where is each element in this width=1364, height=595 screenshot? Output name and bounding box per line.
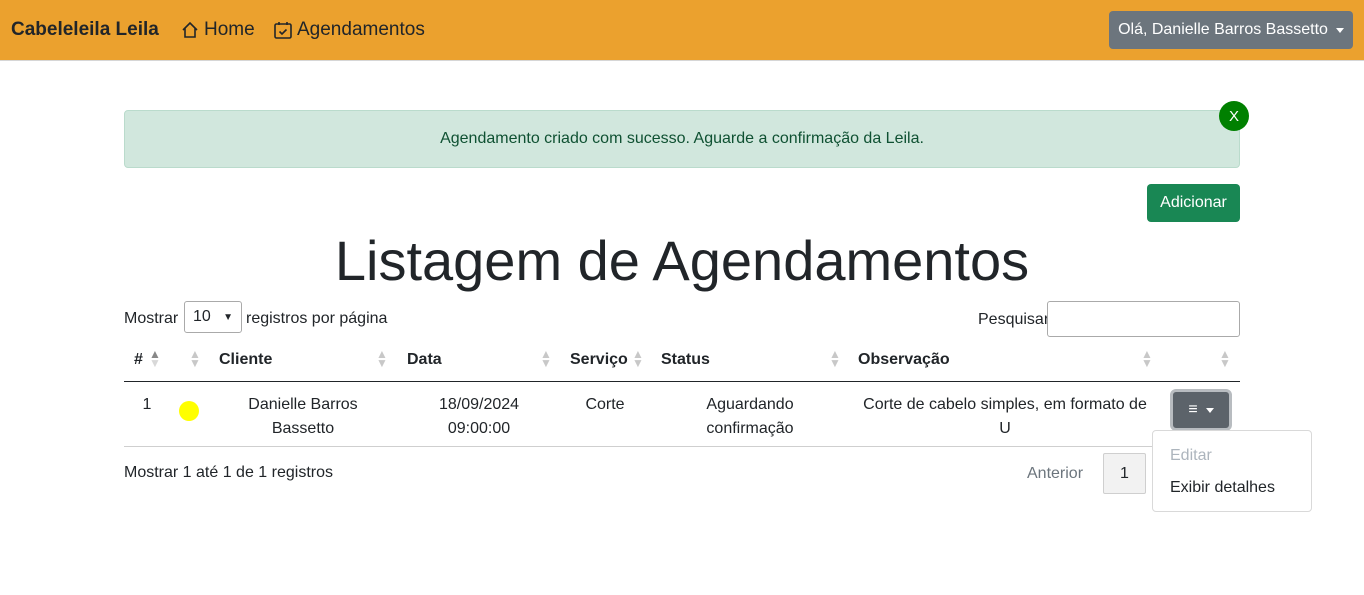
cell-cliente-line1: Danielle Barros bbox=[248, 396, 358, 413]
menu-item-exibir-detalhes[interactable]: Exibir detalhes bbox=[1170, 479, 1275, 497]
sort-asc-icon: ▲ ▼ bbox=[149, 347, 161, 370]
cell-status: Aguardando confirmação bbox=[670, 393, 830, 441]
nav-home-label: Home bbox=[204, 19, 255, 40]
pagination-page-1[interactable]: 1 bbox=[1103, 453, 1146, 494]
cell-id: 1 bbox=[142, 396, 152, 413]
cell-data: 18/09/2024 09:00:00 bbox=[414, 393, 544, 441]
alert-close-button[interactable]: X bbox=[1219, 101, 1249, 131]
user-menu-button[interactable]: Olá, Danielle Barros Bassetto bbox=[1109, 11, 1353, 49]
cell-data-line2: 09:00:00 bbox=[447, 420, 511, 437]
cell-cliente: Danielle Barros Bassetto bbox=[224, 393, 382, 441]
alert-message: Agendamento criado com sucesso. Aguarde … bbox=[440, 130, 924, 147]
home-icon bbox=[182, 21, 198, 38]
pagination-prev[interactable]: Anterior bbox=[1027, 465, 1083, 483]
nav-home-link[interactable]: Home bbox=[180, 19, 255, 41]
length-prefix: Mostrar bbox=[124, 310, 179, 327]
sort-icon[interactable]: ▲ ▼ bbox=[189, 348, 201, 369]
page-length-value: 10 bbox=[193, 308, 211, 325]
nav-agendamentos-label: Agendamentos bbox=[297, 19, 425, 40]
cell-data-line1: 18/09/2024 bbox=[438, 396, 520, 413]
cell-status-line2: confirmação bbox=[706, 420, 794, 437]
menu-item-editar: Editar bbox=[1170, 447, 1212, 464]
header-divider bbox=[124, 381, 1240, 382]
row-actions-button[interactable]: ≡ bbox=[1170, 389, 1232, 431]
page-title: Listagem de Agendamentos bbox=[334, 229, 1030, 292]
header-servico[interactable]: Serviço bbox=[570, 351, 628, 369]
table-bottom-divider bbox=[124, 446, 1240, 447]
header-observacao[interactable]: Observação bbox=[858, 351, 950, 369]
brand-link[interactable]: Cabeleleila Leila bbox=[11, 19, 159, 41]
add-button[interactable]: Adicionar bbox=[1147, 184, 1240, 222]
cell-status-line1: Aguardando bbox=[706, 396, 794, 413]
sort-icon: ▲ ▼ bbox=[829, 347, 841, 370]
page-length-select[interactable]: 10 ▼ bbox=[184, 301, 242, 333]
navbar: Cabeleleila Leila Home Agendamentos Olá,… bbox=[0, 0, 1364, 61]
cell-servico: Corte bbox=[585, 396, 625, 413]
header-data[interactable]: Data bbox=[407, 351, 442, 369]
cell-observacao-line1: Corte de cabelo simples, em formato de bbox=[863, 396, 1147, 413]
chevron-down-icon: ▼ bbox=[223, 311, 233, 323]
sort-icon: ▲ ▼ bbox=[376, 347, 388, 370]
status-dot-icon bbox=[179, 401, 199, 421]
search-input[interactable] bbox=[1047, 301, 1240, 337]
header-cliente[interactable]: Cliente bbox=[219, 351, 272, 369]
caret-down-icon bbox=[1205, 407, 1214, 413]
sort-icon: ▲ ▼ bbox=[1141, 347, 1153, 370]
cell-observacao: Corte de cabelo simples, em formato de U bbox=[856, 393, 1154, 441]
nav-agendamentos-link[interactable]: Agendamentos bbox=[273, 19, 425, 41]
sort-icon[interactable]: ▲ ▼ bbox=[1219, 348, 1231, 369]
search-label: Pesquisar bbox=[978, 311, 1050, 328]
sort-icon: ▲ ▼ bbox=[632, 347, 644, 370]
row-actions-dropdown: Editar Exibir detalhes bbox=[1152, 430, 1312, 512]
caret-down-icon bbox=[1335, 27, 1344, 33]
success-alert: Agendamento criado com sucesso. Aguarde … bbox=[124, 110, 1240, 168]
length-suffix: registros por página bbox=[246, 310, 388, 327]
header-status[interactable]: Status bbox=[661, 351, 710, 369]
header-number[interactable]: # bbox=[134, 351, 143, 369]
sort-icon: ▲ ▼ bbox=[540, 347, 552, 370]
cell-observacao-line2: U bbox=[999, 420, 1011, 437]
user-greeting: Olá, Danielle Barros Bassetto bbox=[1118, 21, 1328, 38]
calendar-check-icon bbox=[274, 22, 292, 39]
hamburger-icon: ≡ bbox=[1188, 401, 1198, 418]
cell-cliente-line2: Bassetto bbox=[271, 420, 335, 437]
table-info: Mostrar 1 até 1 de 1 registros bbox=[124, 464, 333, 481]
